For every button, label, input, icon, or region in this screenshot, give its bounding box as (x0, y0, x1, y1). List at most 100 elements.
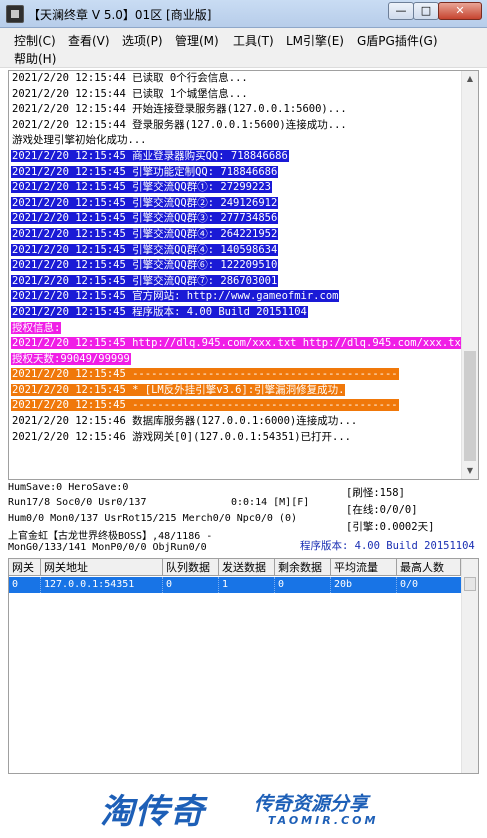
log-line: 2021/2/20 12:15:45 ---------------------… (11, 398, 461, 414)
log-line-text: 授权信息: (11, 321, 62, 334)
log-line-text: 授权天数:99049/99999 (11, 352, 131, 365)
log-line-text: 2021/2/20 12:15:44 登录服务器(127.0.0.1:5600)… (12, 118, 347, 131)
log-line: 游戏处理引擎初始化成功... (11, 133, 461, 149)
save-status: HumSave:0 HeroSave:0 (8, 482, 129, 493)
title-bar: 【天澜终章 V 5.0】01区 [商业版] — □ ✕ (0, 0, 487, 28)
log-line-text: 2021/2/20 12:15:45 引擎交流QQ群③: 277734856 (11, 212, 279, 225)
status-panel: HumSave:0 HeroSave:0 Run17/8 Soc0/0 Usr0… (0, 482, 487, 558)
col-remain-data[interactable]: 剩余数据 (275, 559, 331, 576)
watermark-subtitle: 传奇资源分享 (254, 793, 369, 815)
log-line: 2021/2/20 12:15:44 已读取 0个行会信息... (11, 71, 461, 87)
menu-manage[interactable]: 管理(M) (175, 32, 219, 49)
log-line: 2021/2/20 12:15:45 引擎交流QQ群④: 264221952 (11, 227, 461, 243)
table-scrollbar[interactable] (461, 559, 478, 773)
monster-gen-status: MonG0/133/141 MonP0/0/0 ObjRun0/0 (8, 542, 207, 553)
menu-lm-engine[interactable]: LM引擎(E) (286, 32, 344, 49)
watermark-logo: 淘传奇 (100, 792, 205, 832)
col-send-data[interactable]: 发送数据 (219, 559, 275, 576)
cell-gateway-address: 127.0.0.1:54351 (41, 577, 163, 593)
minimize-button[interactable]: — (388, 2, 414, 20)
cell-queue-data: 0 (163, 577, 219, 593)
table-scroll-thumb[interactable] (464, 577, 476, 591)
menu-control[interactable]: 控制(C) (14, 32, 56, 49)
table-row[interactable]: 0 127.0.0.1:54351 0 1 0 20b 0/0 (9, 577, 461, 593)
online-count: [在线:0/0/0] (346, 504, 418, 516)
log-line-text: 游戏处理引擎初始化成功... (12, 134, 147, 147)
log-line: 2021/2/20 12:15:45 引擎交流QQ群①: 27299223 (11, 180, 461, 196)
log-line-text: 2021/2/20 12:15:45 引擎交流QQ群②: 249126912 (11, 196, 279, 209)
col-gateway-address[interactable]: 网关地址 (41, 559, 163, 576)
log-line-text: 2021/2/20 12:15:45 http://dlq.945.com/xx… (11, 337, 469, 350)
log-line-text: 2021/2/20 12:15:44 已读取 1个城堡信息... (12, 87, 248, 100)
menu-bar: 控制(C) 查看(V) 选项(P) 管理(M) 工具(T) LM引擎(E) G盾… (0, 28, 487, 68)
menu-view[interactable]: 查看(V) (68, 32, 110, 49)
col-avg-traffic[interactable]: 平均流量 (331, 559, 397, 576)
log-line-text: 2021/2/20 12:15:44 已读取 0个行会信息... (12, 72, 248, 84)
cell-remain-data: 0 (275, 577, 331, 593)
human-monster-status: Hum0/0 Mon0/137 UsrRot15/215 Merch0/0 Np… (8, 513, 297, 524)
log-line-text: 2021/2/20 12:15:45 引擎功能定制QQ: 718846686 (11, 165, 279, 178)
log-line: 2021/2/20 12:15:45 ---------------------… (11, 367, 461, 383)
log-line: 2021/2/20 12:15:45 官方网站: http://www.game… (11, 289, 461, 305)
log-line-text: 2021/2/20 12:15:46 游戏网关[0](127.0.0.1:543… (12, 430, 352, 443)
gateway-table[interactable]: 网关 网关地址 队列数据 发送数据 剩余数据 平均流量 最高人数 0 127.0… (8, 558, 479, 774)
log-line-text: 2021/2/20 12:15:45 引擎交流QQ群④: 140598634 (11, 243, 279, 256)
col-queue-data[interactable]: 队列数据 (163, 559, 219, 576)
app-icon (6, 5, 24, 23)
log-line-text: 2021/2/20 12:15:45 ---------------------… (11, 368, 399, 381)
close-button[interactable]: ✕ (438, 2, 482, 20)
cell-avg-traffic: 20b (331, 577, 397, 593)
log-line: 2021/2/20 12:15:44 登录服务器(127.0.0.1:5600)… (11, 118, 461, 134)
log-line-text: 2021/2/20 12:15:45 引擎交流QQ群①: 27299223 (11, 181, 272, 194)
menu-gshield-plugin[interactable]: G盾PG插件(G) (357, 32, 438, 49)
engine-days: [引擎:0.0002天] (346, 521, 435, 533)
boss-status: 上官金虹【古龙世界终极BOSS】,48/1186 - (8, 531, 213, 542)
log-line-text: 2021/2/20 12:15:44 开始连接登录服务器(127.0.0.1:5… (12, 103, 347, 116)
log-line-text: 2021/2/20 12:15:45 引擎交流QQ群④: 264221952 (11, 227, 279, 240)
uptime-timer: 0:0:14 [M][F] (231, 497, 310, 508)
maximize-button[interactable]: □ (413, 2, 439, 20)
scroll-thumb[interactable] (464, 351, 476, 461)
log-line-text: 2021/2/20 12:15:46 数据库服务器(127.0.0.1:6000… (12, 415, 358, 428)
program-version: 程序版本: 4.00 Build 20151104 (300, 540, 475, 552)
log-line-text: 2021/2/20 12:15:45 * [LM反外挂引擎v3.6]:引擎漏洞修… (11, 383, 346, 396)
log-line: 2021/2/20 12:15:44 已读取 1个城堡信息... (11, 87, 461, 103)
window-title: 【天澜终章 V 5.0】01区 [商业版] (28, 8, 212, 22)
log-line: 2021/2/20 12:15:45 引擎交流QQ群③: 277734856 (11, 211, 461, 227)
log-line: 2021/2/20 12:15:45 引擎交流QQ群⑥: 122209510 (11, 258, 461, 274)
log-line-text: 2021/2/20 12:15:45 程序版本: 4.00 Build 2015… (11, 305, 308, 318)
log-line: 授权天数:99049/99999 (11, 352, 461, 368)
log-line-text: 2021/2/20 12:15:45 官方网站: http://www.game… (11, 290, 340, 303)
menu-options[interactable]: 选项(P) (122, 32, 163, 49)
log-line: 2021/2/20 12:15:45 http://dlq.945.com/xx… (11, 336, 469, 352)
log-line: 2021/2/20 12:15:45 引擎交流QQ群④: 140598634 (11, 243, 461, 259)
log-line: 2021/2/20 12:15:46 游戏网关[0](127.0.0.1:543… (11, 430, 461, 446)
watermark: 淘传奇 传奇资源分享 TAOMIR.COM (0, 776, 487, 838)
log-line-text: 2021/2/20 12:15:45 ---------------------… (11, 399, 399, 412)
log-line: 2021/2/20 12:15:44 开始连接登录服务器(127.0.0.1:5… (11, 102, 461, 118)
log-line-text: 2021/2/20 12:15:45 商业登录器购买QQ: 718846686 (11, 149, 289, 162)
log-line-text: 2021/2/20 12:15:45 引擎交流QQ群⑥: 122209510 (11, 259, 279, 272)
log-scrollbar[interactable]: ▲ ▼ (461, 71, 478, 479)
menu-tools[interactable]: 工具(T) (233, 32, 274, 49)
refresh-monster-count: [刷怪:158] (346, 487, 405, 499)
cell-max-users: 0/0 (400, 579, 419, 590)
log-lines: 2021/2/20 12:15:44 已读取 0个行会信息... 2021/2/2… (11, 71, 469, 446)
log-line: 2021/2/20 12:15:46 数据库服务器(127.0.0.1:6000… (11, 414, 461, 430)
scroll-down-icon[interactable]: ▼ (462, 463, 478, 479)
log-line: 2021/2/20 12:15:45 引擎功能定制QQ: 718846686 (11, 165, 461, 181)
cell-send-data: 1 (219, 577, 275, 593)
log-line: 授权信息: (11, 321, 461, 337)
log-line: 2021/2/20 12:15:45 商业登录器购买QQ: 718846686 (11, 149, 461, 165)
watermark-domain: TAOMIR.COM (268, 814, 379, 827)
log-line: 2021/2/20 12:15:45 * [LM反外挂引擎v3.6]:引擎漏洞修… (11, 383, 461, 399)
col-max-users[interactable]: 最高人数 (397, 559, 461, 576)
log-line: 2021/2/20 12:15:45 引擎交流QQ群②: 249126912 (11, 196, 461, 212)
log-panel[interactable]: 2021/2/20 12:15:44 已读取 0个行会信息... 2021/2/2… (8, 70, 479, 480)
log-line-text: 2021/2/20 12:15:45 引擎交流QQ群⑦: 286703001 (11, 274, 279, 287)
menu-help[interactable]: 帮助(H) (14, 50, 56, 67)
run-status: Run17/8 Soc0/0 Usr0/137 (8, 497, 147, 508)
scroll-up-icon[interactable]: ▲ (462, 71, 478, 87)
log-line: 2021/2/20 12:15:45 程序版本: 4.00 Build 2015… (11, 305, 461, 321)
col-gateway[interactable]: 网关 (9, 559, 41, 576)
